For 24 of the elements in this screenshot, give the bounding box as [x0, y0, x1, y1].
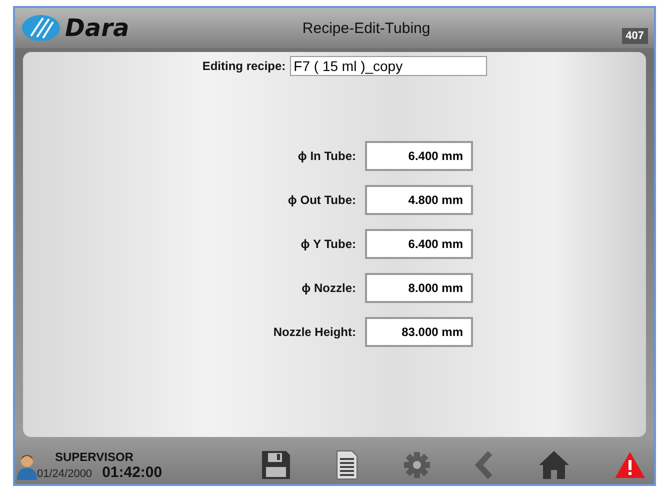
user-avatar-icon: [17, 452, 37, 480]
value-field[interactable]: 4.800 mm: [365, 185, 473, 215]
time-text: 01:42:00: [102, 464, 162, 481]
value-field[interactable]: 6.400 mm: [365, 229, 473, 259]
alarm-warning-icon[interactable]: [614, 451, 646, 479]
recipe-name-field[interactable]: F7 ( 15 ml )_copy: [290, 56, 487, 76]
value-field[interactable]: 83.000 mm: [365, 317, 473, 347]
value-field[interactable]: 8.000 mm: [365, 273, 473, 303]
home-icon[interactable]: [538, 450, 570, 480]
save-icon[interactable]: [260, 449, 292, 481]
screen-number: 407: [622, 28, 648, 44]
field-label: ϕ In Tube:: [296, 149, 356, 163]
logo-globe-icon: [21, 14, 61, 42]
document-icon[interactable]: [336, 450, 358, 480]
brand-name: Dara: [65, 14, 130, 42]
field-label: ϕ Out Tube:: [286, 193, 356, 207]
field-label: Nozzle Height:: [272, 325, 356, 339]
date-text: 01/24/2000: [37, 468, 92, 480]
user-role: SUPERVISOR: [55, 450, 134, 464]
recipe-label: Editing recipe:: [202, 59, 286, 73]
screen-title: Recipe-Edit-Tubing: [301, 20, 432, 36]
field-label: ϕ Nozzle:: [300, 281, 356, 295]
field-label: ϕ Y Tube:: [300, 237, 356, 251]
value-field[interactable]: 6.400 mm: [365, 141, 473, 171]
